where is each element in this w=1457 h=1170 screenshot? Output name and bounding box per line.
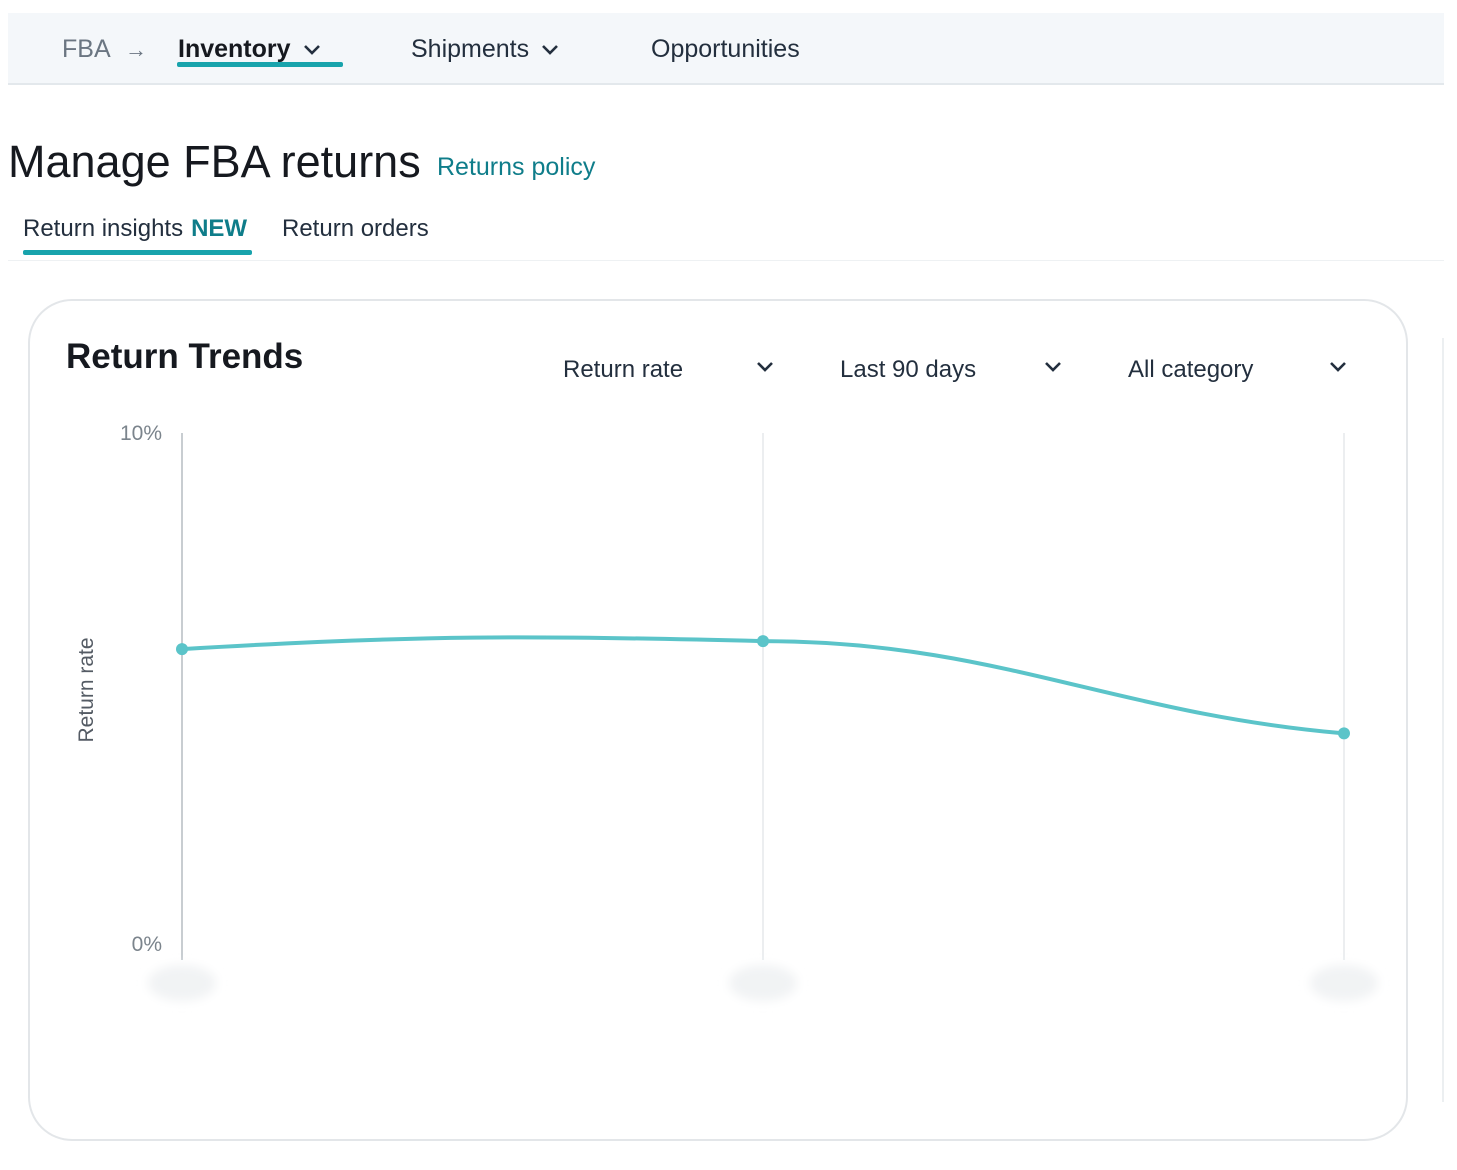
x-tick-label-blurred xyxy=(1310,965,1378,1001)
x-tick-placeholders xyxy=(148,965,1378,1001)
data-point-1[interactable] xyxy=(757,635,769,648)
chart-grid xyxy=(181,433,1345,960)
y-tick-label-min: 0% xyxy=(132,933,162,956)
x-tick-label-blurred xyxy=(729,965,797,1001)
y-axis-title: Return rate xyxy=(75,637,98,742)
x-tick-label-blurred xyxy=(148,965,216,1001)
data-point-0[interactable] xyxy=(176,643,188,656)
data-point-2[interactable] xyxy=(1338,727,1350,740)
return-trends-chart: 10% 0% Return rate xyxy=(75,422,1378,1001)
y-tick-label-max: 10% xyxy=(120,422,162,445)
